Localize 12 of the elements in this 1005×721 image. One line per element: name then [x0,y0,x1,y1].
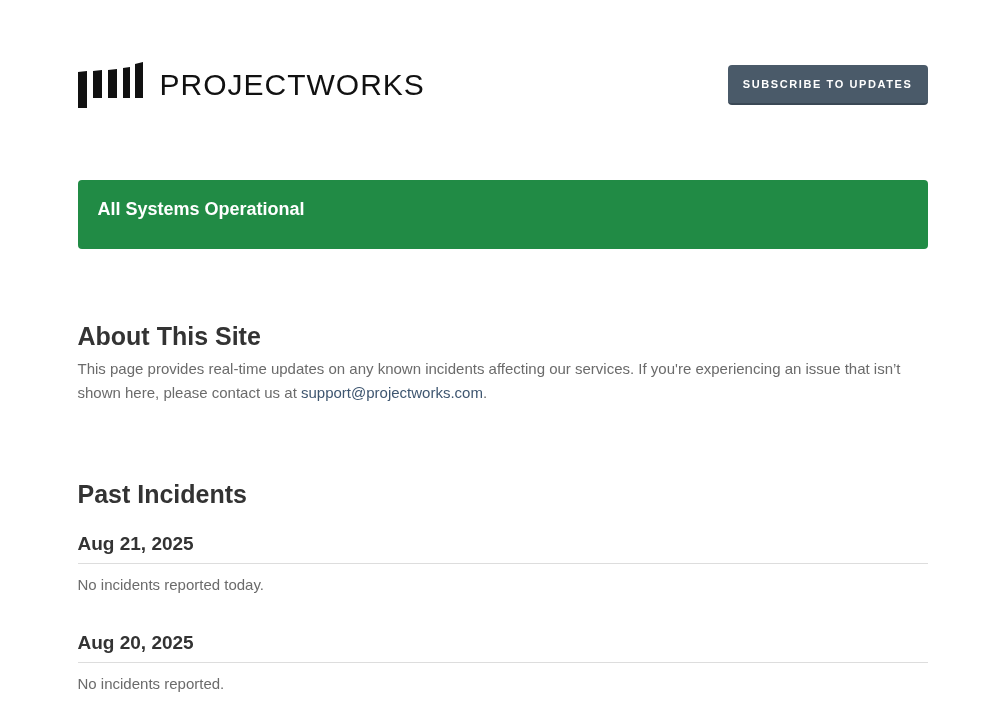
section-title: Past Incidents [77,479,248,509]
email-link[interactable]: support@projectworks.com [301,384,483,401]
incident-message: No incidents reported today. [77,574,265,595]
status-banner: All Systems Operational [77,180,928,249]
subscribe-button[interactable]: SUBSCRIBE TO UPDATES [727,64,928,106]
incident-date: Aug 20, 2025 [77,632,928,664]
logo-text: PROJECTWORKS [159,70,425,100]
incident-message: No incidents reported. [77,674,226,695]
incident-date: Aug 21, 2025 [77,533,928,564]
section-title: About This Site [77,321,262,351]
logo-icon [77,62,144,108]
about-paragraph: This page provides real-time updates on any known incidents affecting our services. If you're experiencing an issue that isn’t shown here, please contact us at support@projectworks.com. [77,359,902,403]
